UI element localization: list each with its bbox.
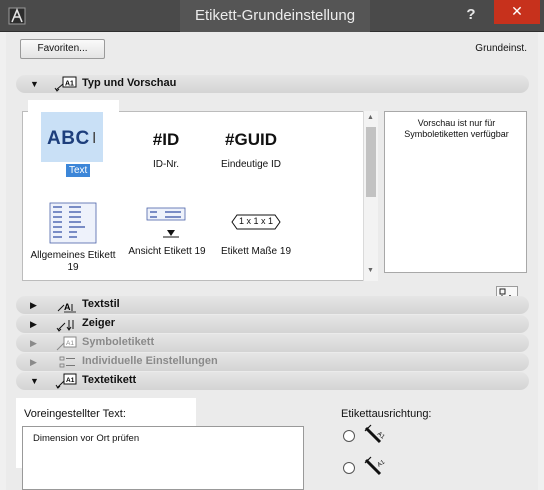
- section-zeiger[interactable]: ▶ Zeiger: [16, 315, 529, 333]
- custom-settings-icon: [59, 356, 75, 368]
- expand-triangle-icon[interactable]: ▶: [30, 338, 37, 349]
- preview-note: Vorschau ist nur für Symboletiketten ver…: [404, 118, 509, 139]
- svg-text:A1: A1: [377, 459, 387, 469]
- svg-text:A1: A1: [66, 377, 75, 384]
- text-label-icon: A1: [55, 373, 77, 389]
- id-type-label: ID-Nr.: [152, 159, 180, 170]
- section-label: Textetikett: [82, 374, 137, 386]
- section-label: Typ und Vorschau: [82, 77, 177, 89]
- guid-type-item[interactable]: #GUID Eindeutige ID: [206, 130, 296, 170]
- ansicht-etikett-label: Ansicht Etikett 19: [128, 246, 206, 257]
- elevation-label-thumbnail-icon: [146, 207, 186, 238]
- text-type-label: Text: [66, 164, 91, 177]
- section-individuelle-einstellungen[interactable]: ▶ Individuelle Einstellungen: [16, 353, 529, 371]
- ansicht-etikett-item[interactable]: Ansicht Etikett 19: [122, 206, 212, 257]
- expand-triangle-icon[interactable]: ▶: [30, 319, 37, 330]
- allgemeines-etikett-item[interactable]: Allgemeines Etikett 19: [28, 202, 118, 274]
- svg-text:A: A: [64, 302, 71, 312]
- symbol-preview-box: Vorschau ist nur für Symboletiketten ver…: [384, 111, 527, 273]
- collapse-triangle-icon[interactable]: ▼: [30, 79, 39, 89]
- id-type-item[interactable]: #ID ID-Nr.: [136, 130, 196, 170]
- favoriten-button[interactable]: Favoriten...: [20, 39, 105, 59]
- dialog-body: Favoriten... Grundeinst. ▼ A1 Typ und Vo…: [6, 32, 538, 490]
- etikett-masse-item[interactable]: 1 x 1 x 1 Etikett Maße 19: [214, 214, 298, 257]
- scroll-down-icon[interactable]: ▼: [367, 267, 374, 274]
- alignment-radio-1[interactable]: [343, 430, 355, 442]
- section-textetikett[interactable]: ▼ A1 Textetikett: [16, 372, 529, 390]
- svg-text:A1: A1: [66, 340, 74, 347]
- section-label: Textstil: [82, 298, 120, 310]
- textetikett-panel: Voreingestellter Text: Dimension vor Ort…: [16, 398, 529, 490]
- scroll-thumb[interactable]: [366, 127, 376, 197]
- close-button[interactable]: ✕: [494, 0, 540, 24]
- pointer-icon: [56, 320, 74, 332]
- table-label-thumbnail-icon: [49, 202, 97, 244]
- section-label: Individuelle Einstellungen: [82, 355, 218, 367]
- help-button[interactable]: ?: [456, 0, 486, 32]
- guid-type-preview: #GUID: [225, 130, 277, 149]
- symbol-label-icon: A1: [56, 336, 77, 351]
- expand-triangle-icon[interactable]: ▶: [30, 300, 37, 311]
- expand-triangle-icon[interactable]: ▶: [30, 357, 37, 368]
- alignment-label: Etikettausrichtung:: [341, 408, 432, 420]
- title-bar: Etikett-Grundeinstellung ? ✕: [0, 0, 544, 32]
- allgemeines-etikett-label: Allgemeines Etikett 19: [30, 250, 116, 273]
- label-type-icon: A1: [54, 76, 77, 92]
- default-text-value: Dimension vor Ort prüfen: [33, 433, 140, 444]
- section-label: Symboletikett: [82, 336, 155, 348]
- text-style-icon: A: [57, 302, 76, 313]
- dimension-label-thumbnail-icon: 1 x 1 x 1: [231, 214, 281, 230]
- text-type-preview: ABC: [47, 128, 90, 149]
- collapse-triangle-icon[interactable]: ▼: [30, 376, 39, 386]
- default-text-field[interactable]: Dimension vor Ort prüfen: [22, 426, 304, 490]
- grundeinst-label: Grundeinst.: [475, 43, 527, 54]
- section-label: Zeiger: [82, 317, 116, 329]
- section-typ-und-vorschau[interactable]: ▼ A1 Typ und Vorschau: [16, 75, 529, 93]
- rotated-label-icon: A1: [364, 424, 386, 444]
- text-cursor-icon: Ⅰ: [92, 130, 97, 147]
- window-title: Etikett-Grundeinstellung: [180, 0, 370, 32]
- scroll-up-icon[interactable]: ▲: [367, 114, 374, 121]
- etikett-masse-label: Etikett Maße 19: [220, 246, 292, 257]
- guid-type-label: Eindeutige ID: [220, 159, 282, 170]
- default-text-label: Voreingestellter Text:: [24, 408, 126, 420]
- alignment-radio-2[interactable]: [343, 462, 355, 474]
- section-symboletikett[interactable]: ▶ A1 Symboletikett: [16, 334, 529, 352]
- horizontal-label-icon: A1: [364, 456, 387, 476]
- type-list-scrollbar[interactable]: ▲ ▼: [363, 111, 378, 281]
- dimension-label-preview: 1 x 1 x 1: [238, 216, 274, 226]
- id-type-preview: #ID: [152, 130, 180, 149]
- section-textstil[interactable]: ▶ A Textstil: [16, 296, 529, 314]
- archicad-app-icon: [8, 7, 26, 25]
- svg-text:A1: A1: [65, 81, 74, 88]
